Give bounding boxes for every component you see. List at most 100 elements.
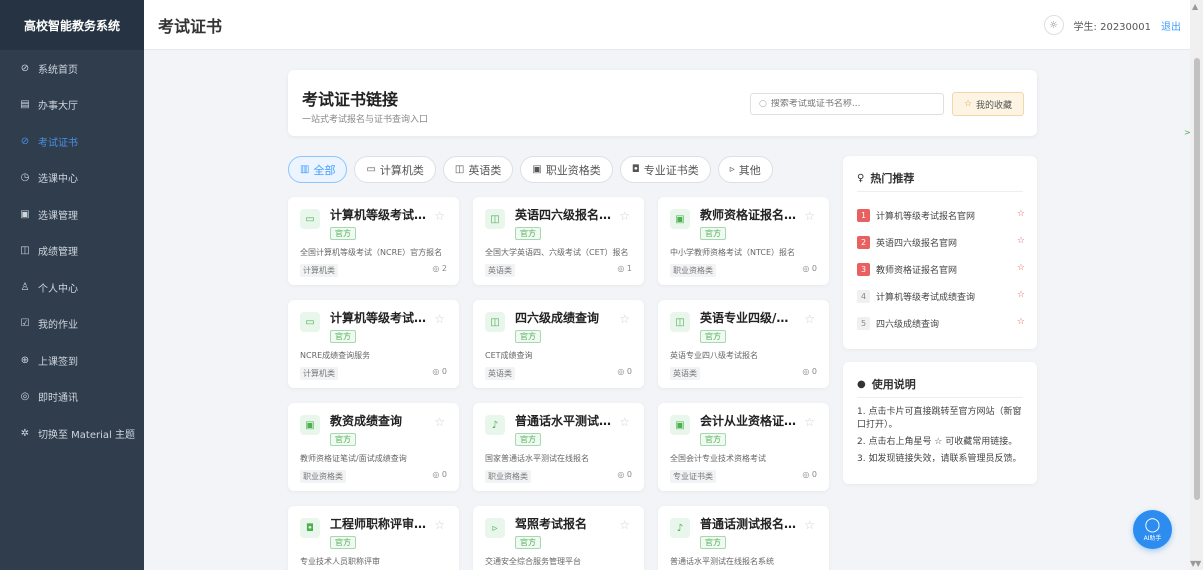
link-card[interactable]: ◫ 英语四六级报名官网 ☆ 官方 全国大学英语四、六级考试（CET）报名 英语类… <box>473 197 644 285</box>
page-scrollbar[interactable]: ▲ ▼▼ <box>1190 0 1203 570</box>
link-card[interactable]: ▭ 计算机等级考试成绩查询 ☆ 官方 NCRE成绩查询服务 计算机类 ◎ 0 <box>288 300 459 388</box>
book-icon: ◫ <box>454 164 465 175</box>
award-icon: ◘ <box>631 164 640 175</box>
usage-instructions-panel: ● 使用说明 1. 点击卡片可直接跳转至官方网站（新窗口打开）。 2. 点击右上角… <box>843 362 1037 484</box>
ai-assistant-label: AI助手 <box>1143 534 1162 542</box>
tab-english[interactable]: ◫ 英语类 <box>442 156 514 183</box>
sidebar-item-check-in[interactable]: ⊕ 上课签到 <box>0 342 144 379</box>
sidebar-item-messaging[interactable]: ◎ 即时通讯 <box>0 379 144 416</box>
my-favorites-label: 我的收藏 <box>976 100 1013 111</box>
header-right: ☼ 学生: 20230001 退出 <box>1043 0 1181 50</box>
hot-item[interactable]: 2 英语四六级报名官网 ☆ <box>857 234 1025 250</box>
hot-item[interactable]: 1 计算机等级考试报名官网 ☆ <box>857 207 1025 223</box>
section-subtitle: 一站式考试报名与证书查询入口 <box>302 115 429 125</box>
link-card[interactable]: ♪ 普通话测试报名官网 ☆ 官方 普通话水平测试在线报名系统 <box>658 506 829 570</box>
star-icon[interactable]: ☆ <box>1017 290 1025 300</box>
usage-line: 3. 如发现链接失效，请联系管理员反馈。 <box>857 454 1022 464</box>
scroll-thumb[interactable] <box>1194 58 1200 500</box>
card-title: 英语四六级报名官网 <box>515 208 615 222</box>
favorite-star-icon[interactable]: ☆ <box>804 312 815 326</box>
favorite-star-icon[interactable]: ☆ <box>434 415 445 429</box>
car-icon: ▹ <box>729 164 735 175</box>
favorite-star-icon[interactable]: ☆ <box>434 518 445 532</box>
favorite-star-icon[interactable]: ☆ <box>434 312 445 326</box>
sidebar-item-label: 选课管理 <box>38 210 78 222</box>
link-card[interactable]: ♪ 普通话水平测试报名 ☆ 官方 国家普通话水平测试在线报名 职业资格类 ◎ 0 <box>473 403 644 491</box>
search-input[interactable] <box>770 99 931 109</box>
tab-computer[interactable]: ▭ 计算机类 <box>354 156 436 183</box>
favorite-star-icon[interactable]: ☆ <box>619 209 630 223</box>
sidebar-item-label: 办事大厅 <box>38 101 78 113</box>
theme-toggle-button[interactable]: ☼ <box>1043 15 1064 35</box>
star-icon: ☆ <box>963 99 973 109</box>
link-card[interactable]: ◫ 四六级成绩查询 ☆ 官方 CET成绩查询 英语类 ◎ 0 <box>473 300 644 388</box>
tab-professional-certificate[interactable]: ◘ 专业证书类 <box>619 156 711 183</box>
tab-label: 专业证书类 <box>643 163 699 177</box>
sidebar-item-exam-certificates[interactable]: ⊘ 考试证书 <box>0 123 144 160</box>
link-card[interactable]: ▣ 教资成绩查询 ☆ 官方 教师资格证笔试/面试成绩查询 职业资格类 ◎ 0 <box>288 403 459 491</box>
favorite-star-icon[interactable]: ☆ <box>804 415 815 429</box>
favorite-star-icon[interactable]: ☆ <box>619 518 630 532</box>
tab-all[interactable]: ▥ 全部 <box>288 156 348 183</box>
official-badge: 官方 <box>700 433 726 446</box>
sidebar-item-homework[interactable]: ☑ 我的作业 <box>0 306 144 343</box>
view-count: ◎ 0 <box>432 367 447 376</box>
tab-label: 英语类 <box>468 163 502 177</box>
scroll-down-arrow-icon[interactable]: ▼▼ <box>1190 559 1201 568</box>
rank-badge: 3 <box>857 262 870 276</box>
official-badge: 官方 <box>515 330 541 343</box>
favorite-star-icon[interactable]: ☆ <box>434 209 445 223</box>
card-category: 职业资格类 <box>670 264 716 277</box>
sidebar-item-profile[interactable]: ♙ 个人中心 <box>0 269 144 306</box>
tab-professional-qualification[interactable]: ▣ 职业资格类 <box>520 156 613 183</box>
clock-icon: ◷ <box>20 172 30 184</box>
certificate-icon: ▣ <box>670 209 690 229</box>
favorite-star-icon[interactable]: ☆ <box>804 209 815 223</box>
sidebar-item-switch-theme[interactable]: ✲ 切换至 Material 主题 <box>0 415 144 452</box>
my-favorites-button[interactable]: ☆ 我的收藏 <box>952 92 1024 116</box>
page-title: 考试证书 <box>158 16 223 36</box>
sidebar-item-course-management[interactable]: ▣ 选课管理 <box>0 196 144 233</box>
official-badge: 官方 <box>515 227 541 240</box>
sidebar-item-course-center[interactable]: ◷ 选课中心 <box>0 160 144 197</box>
hot-item[interactable]: 4 计算机等级考试成绩查询 ☆ <box>857 288 1025 304</box>
star-icon[interactable]: ☆ <box>1017 209 1025 219</box>
scroll-up-arrow-icon[interactable]: ▲ <box>1192 2 1198 11</box>
card-category: 职业资格类 <box>485 470 531 483</box>
ai-assistant-button[interactable]: ◯ AI助手 <box>1133 510 1172 549</box>
official-badge: 官方 <box>700 227 726 240</box>
theme-icon: ✲ <box>20 427 30 439</box>
favorite-star-icon[interactable]: ☆ <box>804 518 815 532</box>
card-title: 教资成绩查询 <box>330 414 403 428</box>
sidebar-item-home[interactable]: ⊘ 系统首页 <box>0 50 144 87</box>
panel-title-text: 使用说明 <box>871 378 916 391</box>
card-title: 普通话测试报名官网 <box>700 517 800 531</box>
star-icon[interactable]: ☆ <box>1017 317 1025 327</box>
link-card[interactable]: ▣ 会计从业资格证报名 ☆ 官方 全国会计专业技术资格考试 专业证书类 ◎ 0 <box>658 403 829 491</box>
link-card[interactable]: ▹ 驾照考试报名 ☆ 官方 交通安全综合服务管理平台 <box>473 506 644 570</box>
link-card[interactable]: ▣ 教师资格证报名官网 ☆ 官方 中小学教师资格考试（NTCE）报名 职业资格类… <box>658 197 829 285</box>
link-card[interactable]: ▭ 计算机等级考试报名官网 ☆ 官方 全国计算机等级考试（NCRE）官方报名 计… <box>288 197 459 285</box>
hot-item-label: 英语四六级报名官网 <box>876 238 958 249</box>
sidebar-item-grades[interactable]: ◫ 成绩管理 <box>0 233 144 270</box>
tab-other[interactable]: ▹ 其他 <box>717 156 773 183</box>
hot-item[interactable]: 3 教师资格证报名官网 ☆ <box>857 261 1025 277</box>
link-card[interactable]: ◫ 英语专业四级/八级 ☆ 官方 英语专业四八级考试报名 英语类 ◎ 0 <box>658 300 829 388</box>
favorite-star-icon[interactable]: ☆ <box>619 415 630 429</box>
favorite-star-icon[interactable]: ☆ <box>619 312 630 326</box>
hot-item[interactable]: 5 四六级成绩查询 ☆ <box>857 315 1025 331</box>
sidebar-item-service-hall[interactable]: ▤ 办事大厅 <box>0 87 144 124</box>
card-description: 中小学教师资格考试（NTCE）报名 <box>670 248 796 257</box>
star-icon[interactable]: ☆ <box>1017 263 1025 273</box>
search-icon: ○ <box>759 99 767 109</box>
search-box[interactable]: ○ <box>750 93 944 115</box>
certificate-icon: ▣ <box>300 415 320 435</box>
card-description: 全国会计专业技术资格考试 <box>670 454 766 463</box>
sidebar-item-label: 选课中心 <box>38 174 78 186</box>
card-description: 教师资格证笔试/面试成绩查询 <box>300 454 407 463</box>
link-card[interactable]: ◘ 工程师职称评审官网 ☆ 官方 专业技术人员职称评审 <box>288 506 459 570</box>
logout-link[interactable]: 退出 <box>1161 18 1181 33</box>
card-title: 工程师职称评审官网 <box>330 517 430 531</box>
app-name: 高校智能教务系统 <box>0 0 144 50</box>
star-icon[interactable]: ☆ <box>1017 236 1025 246</box>
